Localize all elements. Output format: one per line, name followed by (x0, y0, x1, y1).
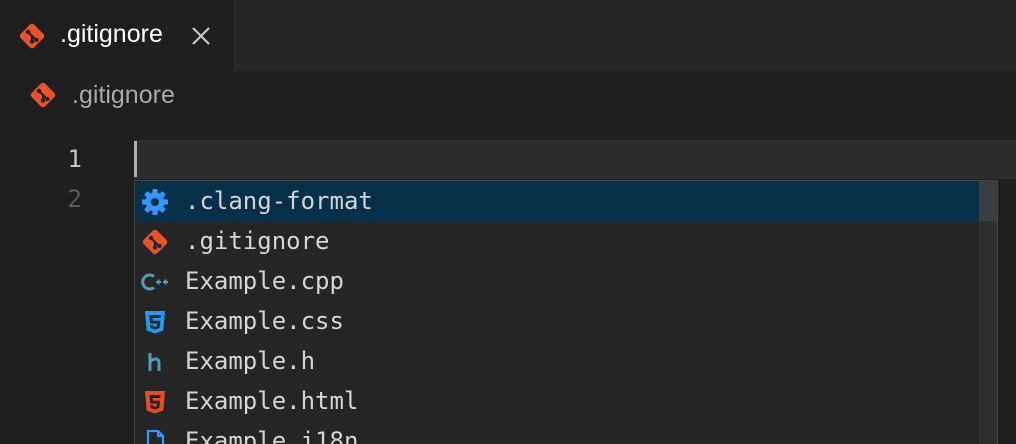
suggest-list: .clang-format .gitignore Example.cpp Exa… (135, 181, 979, 444)
suggest-item-label: .clang-format (185, 187, 373, 215)
breadcrumb-item-gitignore[interactable]: .gitignore (72, 80, 175, 110)
breadcrumb: .gitignore (0, 72, 1016, 120)
suggest-widget: .clang-format .gitignore Example.cpp Exa… (134, 180, 998, 444)
cpp-icon (141, 273, 168, 291)
suggest-item[interactable]: .gitignore (135, 221, 979, 261)
text-cursor (134, 141, 137, 177)
gear-icon (142, 189, 168, 215)
suggest-item-label: Example.html (185, 387, 359, 415)
git-icon (142, 229, 168, 255)
git-icon (19, 23, 45, 49)
git-icon (30, 82, 56, 108)
suggest-item[interactable]: .clang-format (135, 181, 979, 221)
html-icon (145, 391, 165, 414)
suggest-item-label: .gitignore (185, 227, 330, 255)
line-number: 1 (67, 145, 82, 173)
css-icon (145, 311, 165, 334)
suggest-item[interactable]: Example.cpp (135, 261, 979, 301)
scrollbar-track (979, 221, 997, 444)
tab-bar: .gitignore (0, 0, 1016, 72)
file-icon (146, 429, 165, 444)
suggest-item[interactable]: Example.css (135, 301, 979, 341)
close-icon[interactable] (189, 24, 213, 48)
current-line-highlight (134, 140, 1016, 179)
suggest-item-label: Example.cpp (185, 267, 344, 295)
suggest-item-label: Example.h (185, 347, 316, 375)
suggest-scrollbar[interactable] (979, 181, 997, 444)
suggest-item-label: Example.i18n (185, 427, 359, 444)
suggest-item[interactable]: Example.html (135, 381, 979, 421)
suggest-item-label: Example.css (185, 307, 344, 335)
tab-gitignore[interactable]: .gitignore (0, 0, 235, 72)
h-icon (148, 353, 161, 371)
line-number: 2 (67, 185, 82, 213)
suggest-item[interactable]: Example.h (135, 341, 979, 381)
tab-label: .gitignore (60, 20, 163, 48)
scrollbar-thumb[interactable] (979, 181, 997, 221)
suggest-item[interactable]: Example.i18n (135, 421, 979, 444)
